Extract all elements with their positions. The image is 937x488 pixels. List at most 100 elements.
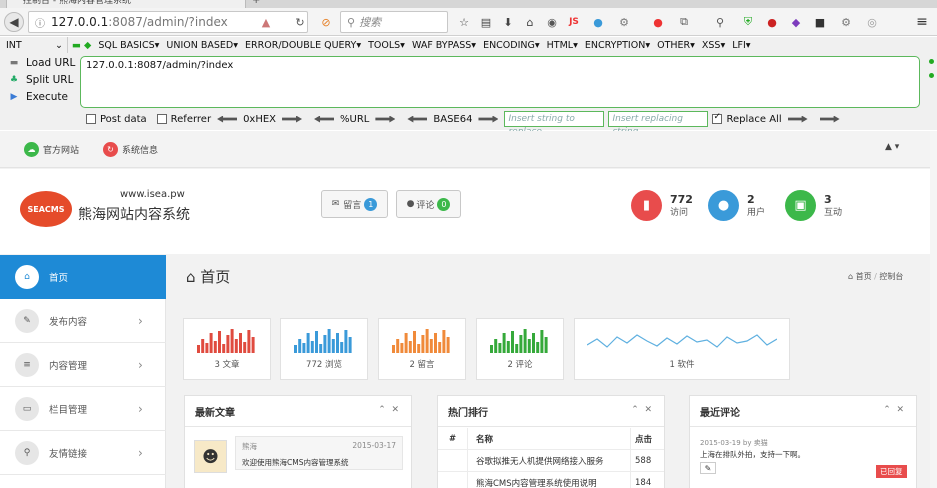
shield-icon[interactable]: ⛨ xyxy=(740,15,756,29)
hackbar-type-select[interactable]: INT ⌄ xyxy=(0,37,68,53)
menu-waf-bypass[interactable]: WAF BYPASS▾ xyxy=(412,40,476,51)
card-software-label: 1 软件 xyxy=(669,360,695,370)
back-icon[interactable]: ◀ xyxy=(4,12,24,32)
spark-bar xyxy=(544,337,548,353)
hex-left-arrow-icon[interactable] xyxy=(217,115,238,123)
spark-bar xyxy=(408,341,412,353)
zoom-icon[interactable]: ⚲ xyxy=(712,15,728,29)
menu-other[interactable]: OTHER▾ xyxy=(657,40,695,51)
star-icon[interactable]: ☆ xyxy=(456,15,472,29)
diamond-icon[interactable]: ◆ xyxy=(788,15,804,29)
adblock-icon[interactable]: ● xyxy=(764,15,780,29)
card-comments[interactable]: 2 评论 xyxy=(476,318,564,380)
replace-all-checkbox[interactable] xyxy=(712,112,723,124)
panel-controls[interactable]: ⌃ ✕ xyxy=(631,405,652,415)
bookmark-icon[interactable]: ▲ xyxy=(258,15,274,29)
breadcrumb-home[interactable]: 首页 xyxy=(856,272,872,281)
ext-red-icon[interactable]: ● xyxy=(650,15,666,29)
sidebar-item-home[interactable]: ⌂ 首页 xyxy=(0,255,166,299)
user-icon-stat: ● xyxy=(708,190,739,221)
js-icon[interactable]: JS xyxy=(566,15,582,29)
globe-icon[interactable]: ◉ xyxy=(544,15,560,29)
row-hits: 184 xyxy=(630,472,664,488)
menu-encoding[interactable]: ENCODING▾ xyxy=(483,40,540,51)
card-articles[interactable]: 3 文章 xyxy=(183,318,271,380)
noscript-icon[interactable]: ⊘ xyxy=(318,15,334,29)
screenshot-icon[interactable]: ⧉ xyxy=(676,15,692,29)
panel-controls[interactable]: ⌃ ✕ xyxy=(883,405,904,415)
spark-bar xyxy=(344,330,348,353)
spark-bar xyxy=(234,339,238,353)
sidebar-item-publish[interactable]: ✎ 发布内容 › xyxy=(0,299,166,343)
sidebar-item-columns[interactable]: ▭ 栏目管理 › xyxy=(0,387,166,431)
sidebar-item-content[interactable]: ≡ 内容管理 › xyxy=(0,343,166,387)
url-left-arrow-icon[interactable] xyxy=(314,115,335,123)
menu-sql-basics[interactable]: SQL BASICS▾ xyxy=(98,40,159,51)
menu-html[interactable]: HTML▾ xyxy=(547,40,578,51)
wrench-icon[interactable]: ⚙ xyxy=(616,15,632,29)
menu-tools[interactable]: TOOLS▾ xyxy=(368,40,405,51)
spark-bar xyxy=(527,339,531,353)
spark-bar xyxy=(532,333,535,353)
post-data-checkbox[interactable] xyxy=(86,114,96,124)
execute-button[interactable]: ▶ Execute xyxy=(8,91,68,103)
card-software[interactable]: 1 软件 xyxy=(574,318,790,380)
user-menu[interactable]: ▲ ▾ xyxy=(885,142,899,152)
panel-controls[interactable]: ⌃ ✕ xyxy=(378,405,399,415)
replacing-input[interactable]: Insert replacing string xyxy=(608,111,709,137)
replace-input[interactable]: Insert string to replace xyxy=(504,111,605,137)
card-views[interactable]: 772 浏览 xyxy=(280,318,368,380)
site-url: www.isea.pw xyxy=(120,189,185,200)
home-icon: ⌂ xyxy=(15,264,39,289)
load-url-button[interactable]: ▬ Load URL xyxy=(8,57,76,69)
hackbar-url-textarea[interactable]: 127.0.0.1:8087/admin/?index xyxy=(80,56,920,108)
menu-union-based[interactable]: UNION BASED▾ xyxy=(166,40,238,51)
article-bubble[interactable]: 熊海 2015-03-17 欢迎使用熊海CMS内容管理系统 xyxy=(235,436,403,470)
card-messages[interactable]: 2 留言 xyxy=(378,318,466,380)
settings-icon[interactable]: ⚙ xyxy=(838,15,854,29)
row-name[interactable]: 熊海CMS内容管理系统使用说明 xyxy=(468,477,630,488)
comments-button[interactable]: ● 评论 0 xyxy=(396,190,461,218)
base64-right-arrow-icon[interactable] xyxy=(478,115,499,123)
replace-arrow-icon[interactable] xyxy=(787,115,808,123)
base64-left-arrow-icon[interactable] xyxy=(407,115,428,123)
table-row[interactable]: 熊海CMS内容管理系统使用说明 184 xyxy=(438,472,664,488)
browser-tab[interactable]: 控制台 - 熊海内容管理系统 xyxy=(6,0,246,8)
replace-arrow-icon-2[interactable] xyxy=(819,115,840,123)
spark-bar xyxy=(434,333,437,353)
spark-bar xyxy=(205,343,209,353)
download-icon[interactable]: ⬇ xyxy=(500,15,516,29)
official-site-link[interactable]: ☁ 官方网站 xyxy=(24,142,79,157)
menu-xss[interactable]: XSS▾ xyxy=(702,40,725,51)
edit-comment-button[interactable]: ✎ xyxy=(700,462,716,474)
hex-right-arrow-icon[interactable] xyxy=(282,115,303,123)
system-info-link[interactable]: ↻ 系统信息 xyxy=(103,142,158,157)
note-icon[interactable]: ■ xyxy=(812,15,828,29)
envelope-icon: ✉ xyxy=(331,199,340,209)
messages-button[interactable]: ✉ 留言 1 xyxy=(321,190,388,218)
page-scrollbar[interactable] xyxy=(930,131,937,488)
reader-icon[interactable]: ▤ xyxy=(478,15,494,29)
table-row[interactable]: 谷歌拟推无人机提供网络接入服务 588 xyxy=(438,450,664,472)
url-right-arrow-icon[interactable] xyxy=(375,115,396,123)
reload-icon[interactable]: ↻ xyxy=(292,15,308,29)
spark-bar xyxy=(442,330,446,353)
row-name[interactable]: 谷歌拟推无人机提供网络接入服务 xyxy=(468,455,630,467)
search-field[interactable]: ⚲ 搜索 xyxy=(340,11,448,33)
split-url-button[interactable]: ♣ Split URL xyxy=(8,74,74,86)
menu-lfi[interactable]: LFI▾ xyxy=(732,40,750,51)
menu-error-double-query[interactable]: ERROR/DOUBLE QUERY▾ xyxy=(245,40,361,51)
chevron-right-icon: › xyxy=(138,357,143,372)
menu-encryption[interactable]: ENCRYPTION▾ xyxy=(585,40,650,51)
sidebar-item-links[interactable]: ⚲ 友情链接 › xyxy=(0,431,166,475)
referrer-checkbox[interactable] xyxy=(156,114,167,124)
addon-icon[interactable]: ◎ xyxy=(864,15,880,29)
menu-icon[interactable]: ≡ xyxy=(914,14,930,30)
home-icon[interactable]: ⌂ xyxy=(522,15,538,29)
row-hits: 588 xyxy=(630,450,664,471)
comments-label: 评论 xyxy=(416,200,435,211)
hackbar-menu: INT ⌄ ▬ ◆ SQL BASICS▾ UNION BASED▾ ERROR/… xyxy=(0,37,937,53)
new-tab-icon[interactable]: + xyxy=(252,0,260,6)
execute-icon: ▶ xyxy=(10,92,18,102)
color-icon[interactable]: ● xyxy=(590,15,606,29)
